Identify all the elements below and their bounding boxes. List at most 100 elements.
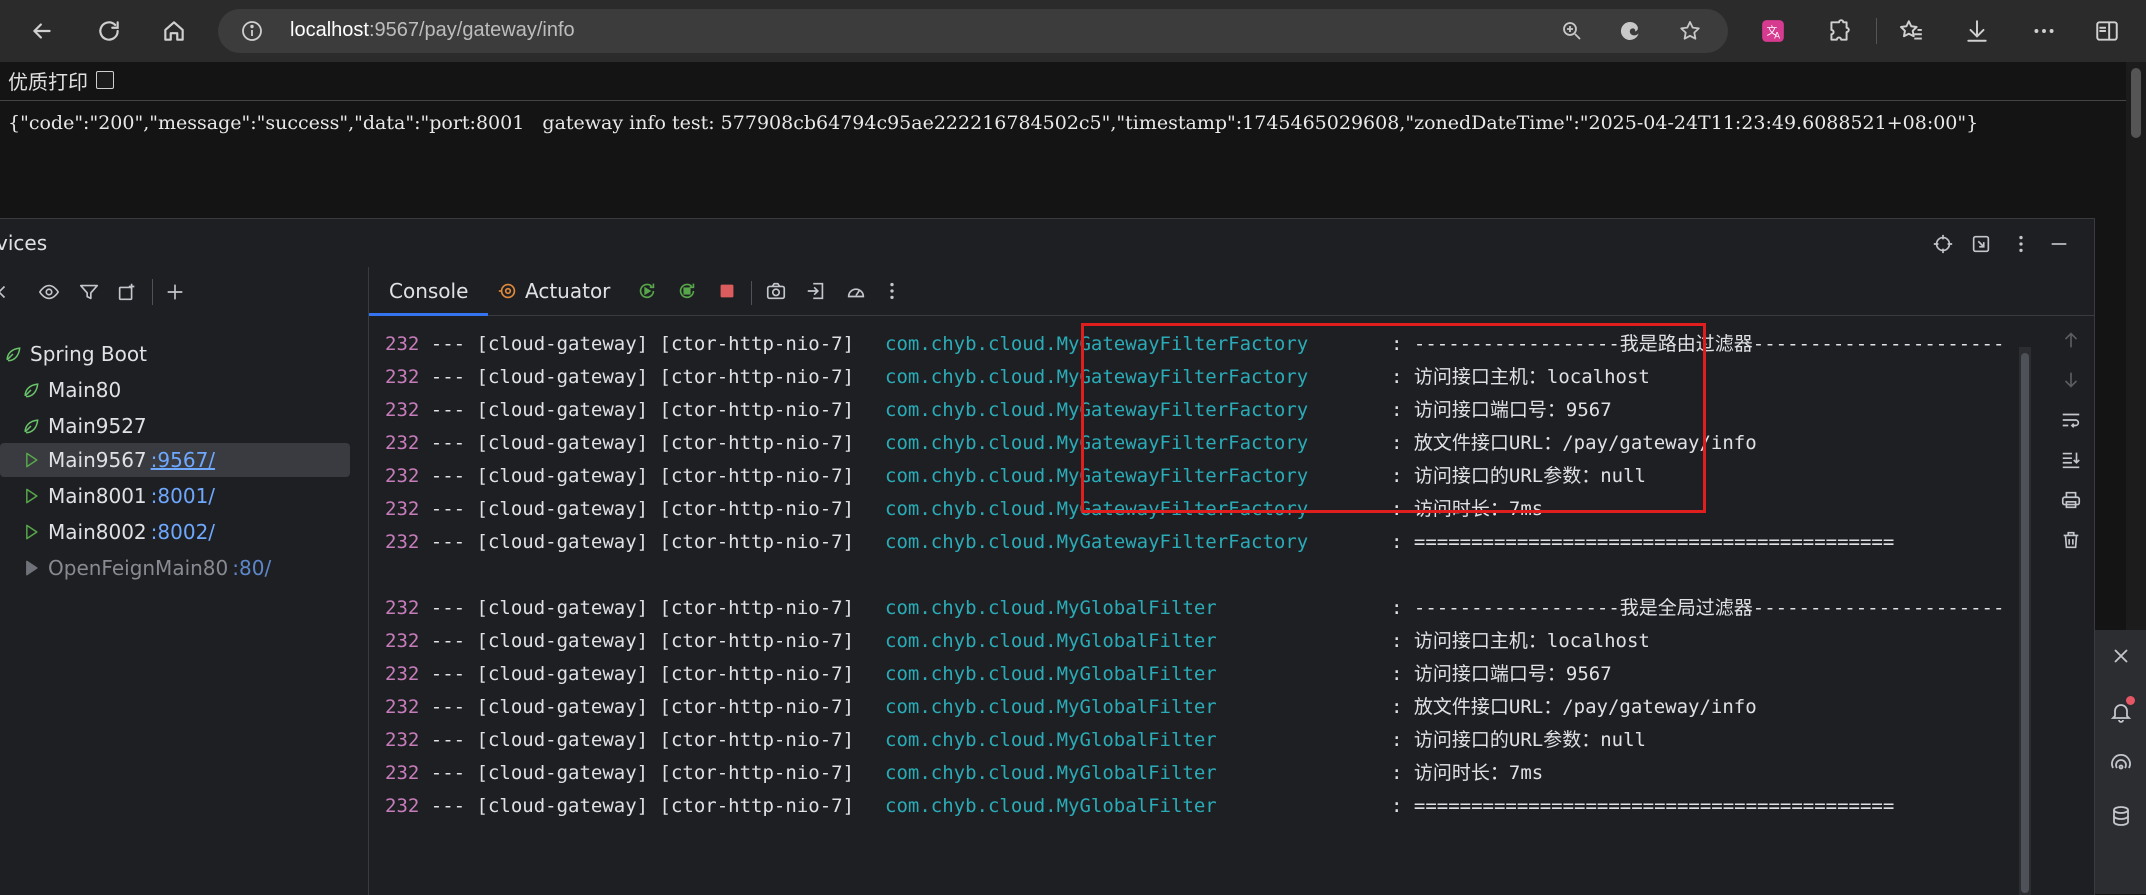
log-logger[interactable]: com.chyb.cloud.MyGlobalFilter — [885, 595, 1217, 621]
log-logger[interactable]: com.chyb.cloud.MyGlobalFilter — [885, 793, 1217, 819]
log-thread: --- [cloud-gateway] [ctor-http-nio-7] — [419, 366, 866, 388]
log-line: 232 --- [cloud-gateway] [ctor-http-nio-7… — [385, 727, 1646, 753]
log-line: 232 --- [cloud-gateway] [ctor-http-nio-7… — [385, 793, 1894, 819]
star-icon[interactable] — [1676, 17, 1704, 45]
log-pid: 232 — [385, 531, 420, 553]
scroll-down-icon[interactable] — [2058, 367, 2084, 393]
log-message: : 访问时长：7ms — [1391, 498, 1544, 520]
log-logger[interactable]: com.chyb.cloud.MyGlobalFilter — [885, 694, 1217, 720]
log-thread: --- [cloud-gateway] [ctor-http-nio-7] — [419, 630, 866, 652]
console-tabbar: Console Actuator — [369, 267, 2094, 316]
sidebar-icon[interactable] — [2090, 14, 2124, 48]
console-output[interactable]: 232 --- [cloud-gateway] [ctor-http-nio-7… — [369, 315, 2009, 895]
info-icon[interactable] — [240, 19, 264, 43]
log-logger[interactable]: com.chyb.cloud.MyGatewayFilterFactory — [885, 430, 1308, 456]
toolbar-divider — [751, 281, 752, 305]
favorites-icon[interactable] — [1894, 14, 1928, 48]
log-line: 232 --- [cloud-gateway] [ctor-http-nio-7… — [385, 529, 1894, 555]
ai-assistant-icon[interactable] — [2107, 750, 2135, 778]
extensions-icon[interactable] — [1822, 14, 1856, 48]
tab-console[interactable]: Console — [369, 267, 489, 316]
port-link[interactable]: :8002/ — [151, 520, 215, 544]
database-icon[interactable] — [2107, 802, 2135, 830]
refresh-icon[interactable] — [91, 13, 127, 49]
log-pid: 232 — [385, 498, 420, 520]
log-thread: --- [cloud-gateway] [ctor-http-nio-7] — [419, 498, 866, 520]
screenshot-icon[interactable] — [763, 278, 789, 304]
more-icon[interactable] — [2027, 14, 2061, 48]
json-response: {"code":"200","message":"success","data"… — [8, 112, 1979, 134]
tree-item-spring-boot[interactable]: Spring Boot — [2, 337, 352, 371]
log-logger[interactable]: com.chyb.cloud.MyGlobalFilter — [885, 661, 1217, 687]
console-scrollbar[interactable] — [2019, 347, 2031, 895]
port-link[interactable]: :9567/ — [151, 448, 215, 472]
filter-icon[interactable] — [76, 279, 102, 305]
tree-item-main8002[interactable]: Main8002 :8002/ — [20, 515, 370, 549]
log-logger[interactable]: com.chyb.cloud.MyGatewayFilterFactory — [885, 364, 1308, 390]
url-text[interactable]: localhost:9567/pay/gateway/info — [290, 19, 575, 42]
export-icon[interactable] — [803, 278, 829, 304]
log-line: 232 --- [cloud-gateway] [ctor-http-nio-7… — [385, 430, 1757, 456]
tab-actuator[interactable]: Actuator — [497, 267, 610, 315]
log-logger[interactable]: com.chyb.cloud.MyGatewayFilterFactory — [885, 397, 1308, 423]
log-line: 232 --- [cloud-gateway] [ctor-http-nio-7… — [385, 463, 1646, 489]
spring-boot-icon — [2, 343, 24, 365]
rerun-icon[interactable] — [634, 278, 660, 304]
console-scrollbar-thumb[interactable] — [2021, 353, 2029, 893]
log-logger[interactable]: com.chyb.cloud.MyGatewayFilterFactory — [885, 463, 1308, 489]
tree-item-label: Main8001 — [48, 484, 147, 508]
tree-item-main9567[interactable]: Main9567 :9567/ — [0, 443, 350, 477]
more-vertical-icon[interactable] — [879, 278, 905, 304]
print-icon[interactable] — [2058, 487, 2084, 513]
download-icon[interactable] — [1960, 14, 1994, 48]
log-logger[interactable]: com.chyb.cloud.MyGatewayFilterFactory — [885, 529, 1308, 555]
address-bar[interactable]: localhost:9567/pay/gateway/info — [218, 9, 1728, 53]
notifications-icon[interactable] — [2107, 696, 2135, 726]
log-logger[interactable]: com.chyb.cloud.MyGlobalFilter — [885, 727, 1217, 753]
log-message: : 访问接口主机：localhost — [1391, 366, 1650, 388]
stop-icon[interactable] — [714, 278, 740, 304]
log-thread: --- [cloud-gateway] [ctor-http-nio-7] — [419, 696, 866, 718]
zoom-in-icon[interactable] — [1558, 17, 1586, 45]
tree-item-openfeignmain80[interactable]: OpenFeignMain80 :80/ — [20, 551, 370, 585]
print-checkbox[interactable] — [96, 71, 114, 89]
collapse-icon[interactable] — [0, 279, 12, 305]
close-icon[interactable] — [2107, 642, 2135, 670]
tab-actuator-label: Actuator — [525, 279, 611, 303]
eye-icon[interactable] — [36, 279, 62, 305]
add-icon[interactable] — [162, 279, 188, 305]
target-icon[interactable] — [1930, 231, 1956, 257]
back-icon[interactable] — [24, 13, 60, 49]
translate-icon[interactable]: 文A — [1756, 14, 1790, 48]
log-line: 232 --- [cloud-gateway] [ctor-http-nio-7… — [385, 760, 1543, 786]
log-thread: --- [cloud-gateway] [ctor-http-nio-7] — [419, 663, 866, 685]
log-logger[interactable]: com.chyb.cloud.MyGlobalFilter — [885, 760, 1217, 786]
new-config-icon[interactable] — [114, 279, 140, 305]
tree-item-main8001[interactable]: Main8001 :8001/ — [20, 479, 370, 513]
soft-wrap-icon[interactable] — [2058, 407, 2084, 433]
log-logger[interactable]: com.chyb.cloud.MyGlobalFilter — [885, 628, 1217, 654]
tree-item-main9527[interactable]: Main9527 — [20, 409, 370, 443]
gauge-icon[interactable] — [843, 278, 869, 304]
log-thread: --- [cloud-gateway] [ctor-http-nio-7] — [419, 795, 866, 817]
trash-icon[interactable] — [2058, 527, 2084, 553]
home-icon[interactable] — [156, 13, 192, 49]
log-thread: --- [cloud-gateway] [ctor-http-nio-7] — [419, 465, 866, 487]
expand-window-icon[interactable] — [1968, 231, 1994, 257]
log-pid: 232 — [385, 663, 420, 685]
port-link[interactable]: :80/ — [232, 556, 271, 580]
scroll-end-icon[interactable] — [2058, 447, 2084, 473]
tree-item-main80[interactable]: Main80 — [20, 373, 370, 407]
port-link[interactable]: :8001/ — [151, 484, 215, 508]
restart-icon[interactable] — [674, 278, 700, 304]
more-vertical-icon[interactable] — [2008, 231, 2034, 257]
page-scrollbar-thumb[interactable] — [2131, 68, 2141, 138]
scroll-up-icon[interactable] — [2058, 327, 2084, 353]
minimize-icon[interactable] — [2046, 231, 2072, 257]
log-logger[interactable]: com.chyb.cloud.MyGatewayFilterFactory — [885, 496, 1308, 522]
log-logger[interactable]: com.chyb.cloud.MyGatewayFilterFactory — [885, 331, 1308, 357]
edge-app-icon[interactable] — [1616, 17, 1644, 45]
log-pid: 232 — [385, 432, 420, 454]
log-message: : 放文件接口URL：/pay/gateway/info — [1391, 432, 1757, 454]
print-option: 优质打印 — [8, 66, 114, 94]
